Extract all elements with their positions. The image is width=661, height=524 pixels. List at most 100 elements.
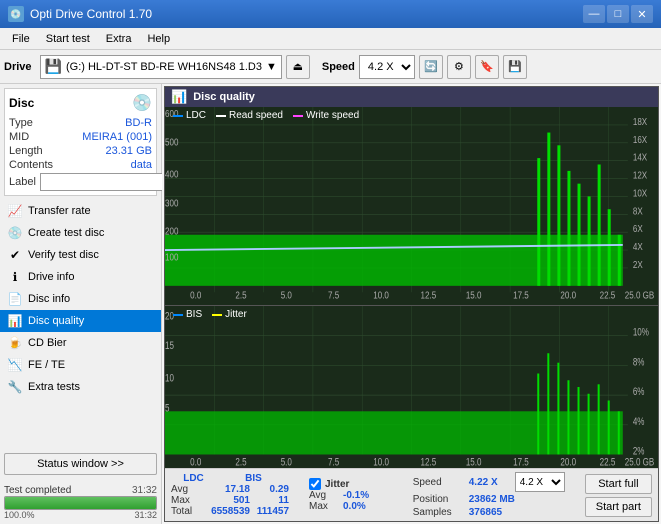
ldc-legend-label: LDC	[186, 110, 206, 121]
svg-text:8X: 8X	[633, 205, 643, 216]
disc-mid-value: MEIRA1 (001)	[82, 131, 152, 143]
menu-extra[interactable]: Extra	[98, 31, 140, 47]
nav-cd-bier[interactable]: 🍺 CD Bier	[0, 332, 161, 354]
lower-chart-svg: 10% 8% 6% 4% 2% 20 15 10 5 0.0 2.5 5.0	[165, 306, 658, 468]
speed-stat-select[interactable]: 4.2 X 2X 4X	[515, 472, 565, 492]
nav-transfer-rate[interactable]: 📈 Transfer rate	[0, 200, 161, 222]
jitter-legend-dot	[212, 314, 222, 316]
title-bar-left: 💿 Opti Drive Control 1.70	[8, 6, 152, 22]
settings-button[interactable]: ⚙	[447, 55, 471, 79]
maximize-button[interactable]: □	[607, 5, 629, 23]
max-bis-value: 11	[254, 495, 289, 506]
menu-file[interactable]: File	[4, 31, 38, 47]
svg-text:22.5: 22.5	[600, 456, 616, 468]
drive-label: Drive	[4, 61, 32, 73]
avg-bis-value: 0.29	[254, 484, 289, 495]
ldc-legend-dot	[173, 115, 183, 117]
lower-chart: BIS Jitter	[165, 306, 658, 468]
cd-bier-icon: 🍺	[8, 336, 22, 350]
total-label: Total	[171, 506, 201, 517]
drive-icon: 💾	[45, 58, 62, 75]
menu-help[interactable]: Help	[139, 31, 178, 47]
svg-text:2.5: 2.5	[235, 456, 246, 468]
speed-select[interactable]: 4.2 X 2X 4X 6X 8X	[359, 55, 415, 79]
svg-text:12.5: 12.5	[421, 456, 437, 468]
nav-disc-quality-label: Disc quality	[28, 315, 84, 327]
nav-create-test-disc[interactable]: 💿 Create test disc	[0, 222, 161, 244]
drive-selector[interactable]: 💾 (G:) HL-DT-ST BD-RE WH16NS48 1.D3 ▼	[40, 55, 282, 79]
legend-read-speed: Read speed	[216, 110, 283, 121]
position-label: Position	[413, 494, 463, 505]
nav-disc-info-label: Disc info	[28, 293, 70, 305]
disc-header: Disc 💿	[9, 93, 152, 113]
bis-column-header: BIS	[236, 473, 271, 484]
total-bis-value: 111457	[254, 506, 289, 517]
refresh-button[interactable]: 🔄	[419, 55, 443, 79]
status-window-button[interactable]: Status window >>	[4, 453, 157, 475]
nav-disc-quality[interactable]: 📊 Disc quality	[0, 310, 161, 332]
jitter-max-label: Max	[309, 501, 339, 512]
disc-length-label: Length	[9, 145, 43, 157]
menu-bar: File Start test Extra Help	[0, 28, 661, 50]
nav-verify-test-disc[interactable]: ✔ Verify test disc	[0, 244, 161, 266]
minimize-button[interactable]: —	[583, 5, 605, 23]
fe-te-icon: 📉	[8, 358, 22, 372]
save-button[interactable]: 💾	[503, 55, 527, 79]
disc-contents-label: Contents	[9, 159, 53, 171]
read-speed-legend-dot	[216, 115, 226, 117]
eject-button[interactable]: ⏏	[286, 55, 310, 79]
create-test-disc-icon: 💿	[8, 226, 22, 240]
status-text: Test completed 31:32	[4, 485, 157, 496]
svg-text:0.0: 0.0	[190, 456, 201, 468]
disc-info-icon: 📄	[8, 292, 22, 306]
content-area: 📊 Disc quality LDC Read speed	[162, 84, 661, 524]
verify-test-disc-icon: ✔	[8, 248, 22, 262]
disc-length-value: 23.31 GB	[106, 145, 152, 157]
nav-extra-tests[interactable]: 🔧 Extra tests	[0, 376, 161, 398]
nav-extra-tests-label: Extra tests	[28, 381, 80, 393]
svg-text:6%: 6%	[633, 386, 645, 398]
nav-fe-te[interactable]: 📉 FE / TE	[0, 354, 161, 376]
nav-disc-info[interactable]: 📄 Disc info	[0, 288, 161, 310]
extra-tests-icon: 🔧	[8, 380, 22, 394]
disc-contents-value: data	[131, 159, 152, 171]
svg-text:2X: 2X	[633, 259, 643, 270]
nav-fe-te-label: FE / TE	[28, 359, 65, 371]
position-value: 23862 MB	[469, 494, 515, 505]
bookmark-button[interactable]: 🔖	[475, 55, 499, 79]
speed-label: Speed	[322, 61, 355, 73]
read-speed-legend-label: Read speed	[229, 110, 283, 121]
svg-text:18X: 18X	[633, 116, 647, 127]
bis-legend-dot	[173, 314, 183, 316]
close-button[interactable]: ✕	[631, 5, 653, 23]
write-speed-legend-dot	[293, 115, 303, 117]
svg-text:300: 300	[165, 198, 178, 209]
svg-text:100: 100	[165, 251, 178, 262]
total-ldc-value: 6558539	[205, 506, 250, 517]
transfer-rate-icon: 📈	[8, 204, 22, 218]
jitter-avg-label: Avg	[309, 490, 339, 501]
jitter-checkbox[interactable]	[309, 478, 321, 490]
speed-stat-label: Speed	[413, 477, 463, 488]
sidebar: Disc 💿 Type BD-R MID MEIRA1 (001) Length…	[0, 84, 162, 524]
disc-label-label: Label	[9, 176, 36, 188]
nav-drive-info[interactable]: ℹ Drive info	[0, 266, 161, 288]
svg-text:25.0 GB: 25.0 GB	[625, 290, 655, 301]
svg-text:10.0: 10.0	[373, 456, 389, 468]
start-part-button[interactable]: Start part	[585, 497, 652, 517]
menu-start-test[interactable]: Start test	[38, 31, 98, 47]
disc-label-input[interactable]	[40, 173, 178, 191]
upper-chart-svg: 18X 16X 14X 12X 10X 8X 6X 4X 2X 600 500 …	[165, 107, 658, 305]
dq-icon: 📊	[171, 89, 187, 105]
dq-header: 📊 Disc quality	[165, 87, 658, 107]
svg-text:2.5: 2.5	[235, 290, 246, 301]
disc-contents-row: Contents data	[9, 159, 152, 171]
start-full-button[interactable]: Start full	[585, 474, 652, 494]
disc-length-row: Length 23.31 GB	[9, 145, 152, 157]
jitter-max-value: 0.0%	[343, 501, 366, 512]
svg-text:4%: 4%	[633, 416, 645, 428]
max-label: Max	[171, 495, 201, 506]
svg-text:15: 15	[165, 340, 174, 352]
svg-text:12.5: 12.5	[421, 290, 437, 301]
svg-text:8%: 8%	[633, 356, 645, 368]
